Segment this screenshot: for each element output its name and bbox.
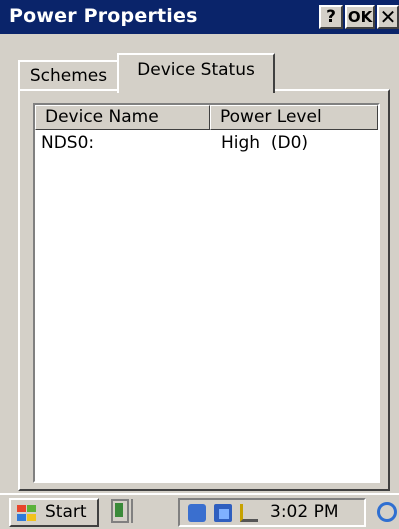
- start-button[interactable]: Start: [9, 498, 99, 527]
- device-list[interactable]: Device Name Power Level NDS0: High (D0): [33, 103, 380, 483]
- power-level-cell: High (D0): [221, 133, 309, 153]
- internet-explorer-icon[interactable]: [377, 502, 397, 522]
- power-properties-window: Power Properties ? OK ✕ Schemes Device S…: [0, 0, 399, 529]
- column-header-power-level[interactable]: Power Level: [210, 105, 378, 130]
- desktop-icon[interactable]: [111, 499, 129, 523]
- power-plug-icon[interactable]: [240, 504, 258, 522]
- title-bar: Power Properties ? OK ✕: [0, 0, 399, 34]
- network-icon[interactable]: [188, 504, 206, 522]
- clock[interactable]: 3:02 PM: [270, 500, 339, 525]
- column-header-device-name[interactable]: Device Name: [35, 105, 210, 130]
- close-button[interactable]: ✕: [377, 5, 399, 29]
- connection-icon[interactable]: [214, 504, 232, 522]
- window-title: Power Properties: [9, 5, 198, 27]
- help-button[interactable]: ?: [319, 5, 343, 29]
- tab-device-status[interactable]: Device Status: [117, 53, 275, 93]
- tab-schemes[interactable]: Schemes: [18, 60, 119, 90]
- start-label: Start: [45, 502, 87, 522]
- taskbar: Start 3:02 PM: [0, 493, 399, 529]
- app-icon[interactable]: [131, 499, 149, 523]
- windows-flag-icon: [17, 505, 37, 522]
- device-name-cell: NDS0:: [41, 133, 95, 153]
- system-tray: 3:02 PM: [178, 498, 366, 527]
- ok-button[interactable]: OK: [345, 5, 375, 29]
